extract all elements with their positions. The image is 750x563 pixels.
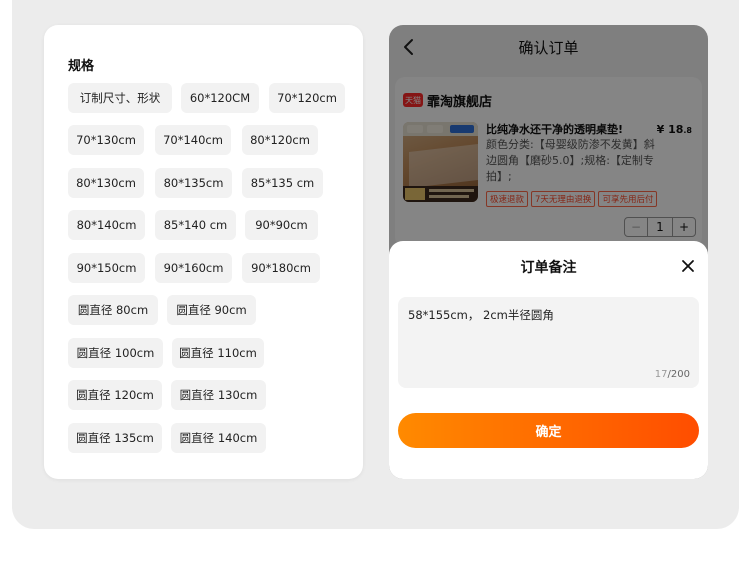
- spec-option-90x180[interactable]: 90*180cm: [242, 253, 320, 283]
- note-char-count-max: /200: [667, 369, 690, 380]
- spec-option-70x140[interactable]: 70*140cm: [155, 125, 231, 155]
- spec-option-90x150[interactable]: 90*150cm: [68, 253, 145, 283]
- spec-option-70x130[interactable]: 70*130cm: [68, 125, 144, 155]
- order-phone-screen: 确认订单 天猫 霏淘旗舰店 比纯净水还干净的透明桌垫! 颜色分类:【母婴级防渗不…: [389, 25, 708, 479]
- order-note-value: 58*155cm， 2cm半径圆角: [408, 308, 554, 322]
- spec-option-60x120[interactable]: 60*120CM: [181, 83, 259, 113]
- spec-option-round-140[interactable]: 圆直径 140cm: [171, 423, 266, 453]
- spec-option-80x120[interactable]: 80*120cm: [242, 125, 318, 155]
- spec-option-90x90[interactable]: 90*90cm: [245, 210, 318, 240]
- spec-option-80x140[interactable]: 80*140cm: [68, 210, 145, 240]
- close-icon[interactable]: [680, 258, 696, 274]
- spec-option-round-80[interactable]: 圆直径 80cm: [68, 295, 158, 325]
- order-note-sheet: 订单备注 58*155cm， 2cm半径圆角 17/200 确定: [389, 241, 708, 479]
- order-note-input[interactable]: 58*155cm， 2cm半径圆角 17/200: [398, 297, 699, 388]
- spec-option-round-120[interactable]: 圆直径 120cm: [68, 380, 162, 410]
- note-char-count-current: 17: [654, 369, 668, 380]
- spec-title: 规格: [68, 59, 95, 74]
- spec-option-round-135[interactable]: 圆直径 135cm: [68, 423, 162, 453]
- spec-option-80x135[interactable]: 80*135cm: [155, 168, 232, 198]
- spec-option-round-100[interactable]: 圆直径 100cm: [68, 338, 163, 368]
- spec-option-90x160[interactable]: 90*160cm: [155, 253, 232, 283]
- spec-option-round-130[interactable]: 圆直径 130cm: [171, 380, 266, 410]
- note-char-count: 17/200: [655, 369, 690, 380]
- spec-option-round-110[interactable]: 圆直径 110cm: [172, 338, 264, 368]
- spec-option-85x140[interactable]: 85*140 cm: [155, 210, 236, 240]
- spec-card: 规格 订制尺寸、形状 60*120CM 70*120cm 70*130cm 70…: [44, 25, 363, 479]
- spec-option-70x120[interactable]: 70*120cm: [269, 83, 345, 113]
- spec-option-85x135[interactable]: 85*135 cm: [242, 168, 323, 198]
- confirm-button[interactable]: 确定: [398, 413, 699, 448]
- spec-option-80x130[interactable]: 80*130cm: [68, 168, 144, 198]
- sheet-title: 订单备注: [520, 260, 577, 276]
- spec-option-round-90[interactable]: 圆直径 90cm: [167, 295, 256, 325]
- spec-option-custom[interactable]: 订制尺寸、形状: [68, 83, 172, 113]
